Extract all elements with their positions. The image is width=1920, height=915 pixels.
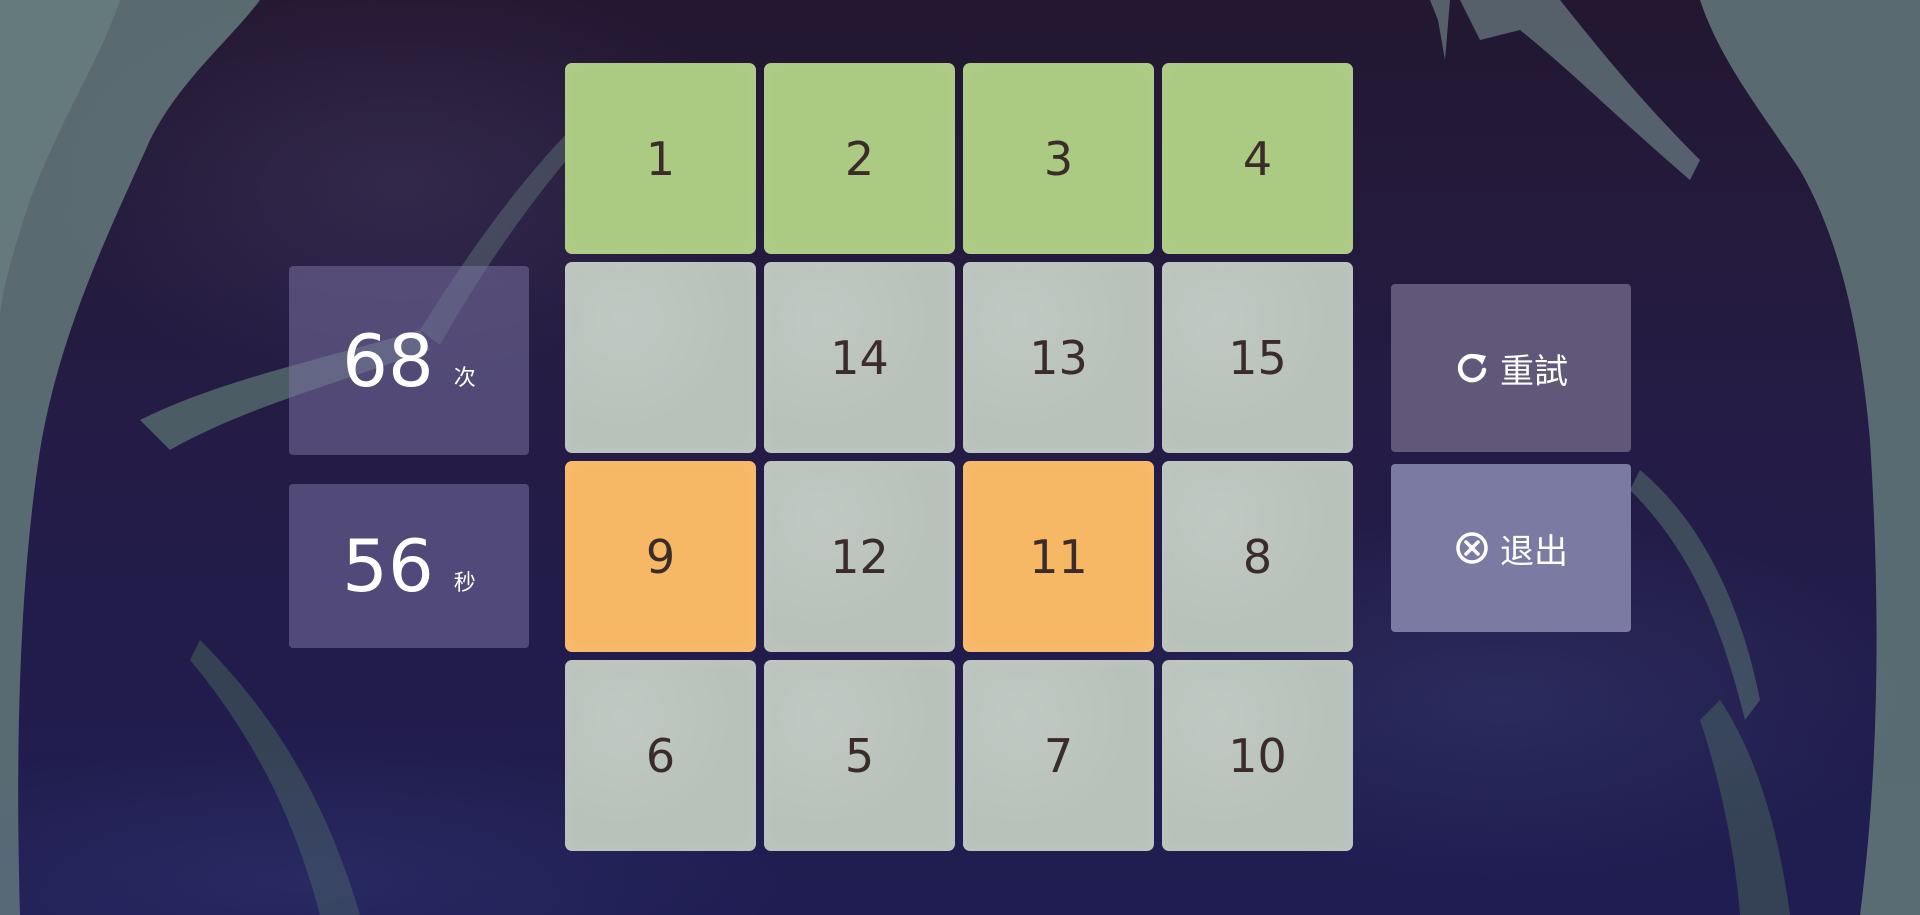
tile-3[interactable]: 3 [963, 63, 1154, 254]
redo-icon [1454, 350, 1490, 386]
tile-9[interactable]: 9 [565, 461, 756, 652]
tile-1[interactable]: 1 [565, 63, 756, 254]
quit-button-label: 退出 [1500, 531, 1568, 572]
tile-10[interactable]: 10 [1162, 660, 1353, 851]
close-circle-icon [1454, 530, 1490, 566]
move-counter: 68 次 [289, 266, 529, 455]
move-count-value: 68 [342, 318, 434, 403]
move-count-unit: 次 [453, 365, 476, 391]
timer-value: 56 [342, 524, 434, 608]
timer: 56 秒 [289, 484, 529, 648]
tile-2[interactable]: 2 [764, 63, 955, 254]
tile-7[interactable]: 7 [963, 660, 1154, 851]
tile-12[interactable]: 12 [764, 461, 955, 652]
tile-11[interactable]: 11 [963, 461, 1154, 652]
quit-button[interactable]: 退出 [1391, 464, 1631, 632]
retry-button[interactable]: 重試 [1391, 284, 1631, 452]
tile-6[interactable]: 6 [565, 660, 756, 851]
empty-tile [565, 262, 756, 453]
tile-4[interactable]: 4 [1162, 63, 1353, 254]
tile-5[interactable]: 5 [764, 660, 955, 851]
tile-8[interactable]: 8 [1162, 461, 1353, 652]
tile-15[interactable]: 15 [1162, 262, 1353, 453]
puzzle-board: 1 2 3 4 14 13 15 9 12 11 8 6 5 7 10 [565, 63, 1354, 852]
tile-14[interactable]: 14 [764, 262, 955, 453]
tile-13[interactable]: 13 [963, 262, 1154, 453]
timer-unit: 秒 [453, 571, 476, 596]
retry-button-label: 重試 [1500, 351, 1568, 392]
